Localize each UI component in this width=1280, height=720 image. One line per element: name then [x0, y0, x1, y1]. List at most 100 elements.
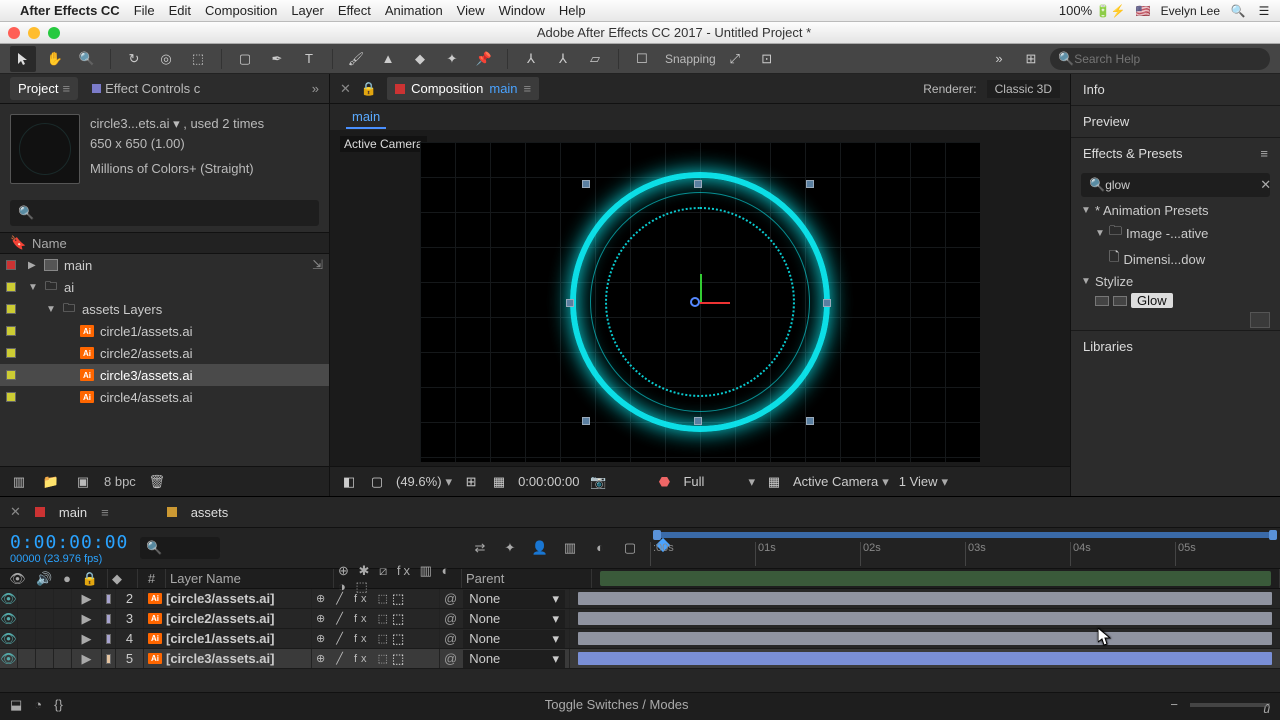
- menu-edit[interactable]: Edit: [169, 3, 191, 18]
- av-column-header[interactable]: 👁🔊●🔒: [0, 569, 108, 588]
- selection-tool-icon[interactable]: [10, 46, 36, 72]
- toggle-switches-icon[interactable]: {}: [54, 697, 63, 712]
- layer-row[interactable]: 👁 ▶ 2 Ai[circle3/assets.ai] ⊕ ╱ fx ⬚ ⬚ @…: [0, 589, 1280, 609]
- index-column[interactable]: #: [138, 569, 166, 588]
- menu-file[interactable]: File: [134, 3, 155, 18]
- new-folder-icon[interactable]: 📁: [40, 474, 62, 490]
- eraser-tool-icon[interactable]: ◆: [407, 46, 433, 72]
- pickwhip-icon[interactable]: @: [444, 631, 457, 646]
- transform-handle[interactable]: [806, 417, 814, 425]
- layer-label-color[interactable]: [106, 634, 111, 644]
- toggle-switches-icon[interactable]: ⬓: [10, 697, 22, 713]
- search-help-input[interactable]: [1074, 52, 1262, 66]
- pickwhip-icon[interactable]: @: [444, 611, 457, 626]
- libraries-panel-header[interactable]: Libraries: [1071, 330, 1280, 362]
- text-tool-icon[interactable]: T: [296, 46, 322, 72]
- roto-tool-icon[interactable]: ✦: [439, 46, 465, 72]
- layer-row[interactable]: 👁 ▶ 4 Ai[circle1/assets.ai] ⊕ ╱ fx ⬚ ⬚ @…: [0, 629, 1280, 649]
- layer-switches[interactable]: ⊕ ╱ fx ⬚ ⬚: [312, 649, 440, 668]
- hand-tool-icon[interactable]: ✋: [42, 46, 68, 72]
- transform-handle[interactable]: [694, 180, 702, 188]
- label-color[interactable]: [6, 282, 16, 292]
- view-axis-icon[interactable]: ▱: [582, 46, 608, 72]
- transparency-icon[interactable]: ▢: [368, 474, 386, 490]
- zoom-slider[interactable]: [1190, 703, 1270, 707]
- pen-tool-icon[interactable]: ✒: [264, 46, 290, 72]
- close-tab-icon[interactable]: ✕: [340, 81, 351, 97]
- layer-switches[interactable]: ⊕ ╱ fx ⬚ ⬚: [312, 589, 440, 608]
- delete-icon[interactable]: 🗑: [146, 474, 168, 490]
- brush-tool-icon[interactable]: 🖌: [343, 46, 369, 72]
- twirl-icon[interactable]: ▶: [72, 629, 102, 648]
- layer-name[interactable]: Ai[circle1/assets.ai]: [144, 629, 312, 648]
- info-panel-header[interactable]: Info: [1071, 74, 1280, 105]
- timeline-tab-assets[interactable]: assets: [191, 505, 229, 520]
- panel-menu-icon[interactable]: ≡: [1260, 146, 1268, 161]
- clone-tool-icon[interactable]: ▲: [375, 46, 401, 72]
- snap-grid-icon[interactable]: ⊡: [754, 46, 780, 72]
- snap-edge-icon[interactable]: ⤢: [722, 46, 748, 72]
- layer-row[interactable]: 👁 ▶ 5 Ai[circle3/assets.ai] ⊕ ╱ fx ⬚ ⬚ @…: [0, 649, 1280, 669]
- label-color[interactable]: [6, 326, 16, 336]
- shy-icon[interactable]: 👤: [530, 540, 550, 556]
- close-timeline-tab-icon[interactable]: ✕: [10, 504, 21, 520]
- motion-blur-icon[interactable]: ◐: [590, 540, 610, 556]
- tree-row[interactable]: 🗋 Dimensi...dow: [1071, 246, 1280, 272]
- comp-mini-flow-icon[interactable]: ⇄: [470, 540, 490, 556]
- project-item[interactable]: Aicircle2/assets.ai: [0, 342, 329, 364]
- notifications-icon[interactable]: ☰: [1256, 4, 1272, 18]
- pan-behind-tool-icon[interactable]: ⬚: [185, 46, 211, 72]
- layer-duration-bar[interactable]: [578, 592, 1272, 605]
- app-name[interactable]: After Effects CC: [20, 3, 120, 18]
- world-axis-icon[interactable]: ⅄: [550, 46, 576, 72]
- battery-indicator[interactable]: 100% 🔋⚡: [1059, 3, 1126, 18]
- zoom-window-button[interactable]: [48, 27, 60, 39]
- menu-help[interactable]: Help: [559, 3, 586, 18]
- roi-icon[interactable]: ▦: [490, 474, 508, 490]
- glow-effect-row[interactable]: Glow: [1071, 291, 1280, 310]
- label-color[interactable]: [6, 304, 16, 314]
- visibility-toggle[interactable]: 👁: [0, 649, 18, 668]
- label-color[interactable]: [6, 348, 16, 358]
- menu-layer[interactable]: Layer: [291, 3, 324, 18]
- layer-name[interactable]: Ai[circle3/assets.ai]: [144, 649, 312, 668]
- parent-dropdown[interactable]: None▾: [463, 610, 565, 628]
- interpret-footage-icon[interactable]: ▥: [8, 474, 30, 490]
- twirl-icon[interactable]: ▶: [72, 589, 102, 608]
- tree-row[interactable]: ▼🗀 Image -...ative: [1071, 220, 1280, 246]
- snapping-checkbox[interactable]: ☐: [629, 46, 655, 72]
- channel-icon[interactable]: ⬣: [655, 474, 673, 490]
- camera-bar[interactable]: [600, 571, 1271, 586]
- switches-column[interactable]: ⊕ ✱ ⧄ fx ▥ ◐ ◑ ⬚: [334, 569, 462, 588]
- layer-duration-bar[interactable]: [578, 612, 1272, 625]
- transform-handle[interactable]: [823, 299, 831, 307]
- rotation-tool-icon[interactable]: ↻: [121, 46, 147, 72]
- parent-column[interactable]: Parent: [462, 569, 592, 588]
- project-item[interactable]: Aicircle4/assets.ai: [0, 386, 329, 408]
- effect-controls-tab[interactable]: Effect Controls c: [92, 81, 200, 96]
- panel-overflow-icon[interactable]: »: [312, 81, 319, 96]
- timeline-tab-main[interactable]: main: [59, 505, 87, 520]
- visibility-toggle[interactable]: 👁: [0, 609, 18, 628]
- layer-duration-bar[interactable]: [578, 652, 1272, 665]
- flag-icon[interactable]: 🇺🇸: [1136, 4, 1151, 18]
- project-item[interactable]: Aicircle1/assets.ai: [0, 320, 329, 342]
- spotlight-icon[interactable]: 🔍: [1230, 4, 1246, 18]
- view-count-dropdown[interactable]: 1 View▾: [899, 474, 948, 490]
- flowchart-icon[interactable]: ⇲: [312, 257, 323, 273]
- layer-switches[interactable]: ⊕ ╱ fx ⬚ ⬚: [312, 609, 440, 628]
- toggle-switches-label[interactable]: Toggle Switches / Modes: [545, 697, 689, 712]
- pickwhip-icon[interactable]: @: [444, 591, 457, 606]
- toggle-switches-icon[interactable]: ◔: [34, 697, 42, 712]
- tree-row[interactable]: ▼Stylize: [1071, 272, 1280, 291]
- axis-x-icon[interactable]: [700, 302, 730, 304]
- comp-tab[interactable]: Composition main ≡: [387, 77, 539, 100]
- menu-view[interactable]: View: [457, 3, 485, 18]
- camera-tool-icon[interactable]: ◎: [153, 46, 179, 72]
- visibility-toggle[interactable]: 👁: [0, 589, 18, 608]
- resolution-icon[interactable]: ⊞: [462, 474, 480, 490]
- label-color[interactable]: [6, 260, 16, 270]
- view-camera-dropdown[interactable]: Active Camera▾: [793, 474, 889, 490]
- comp-viewer[interactable]: Active Camera: [330, 130, 1070, 466]
- effects-search-input[interactable]: [1105, 178, 1260, 192]
